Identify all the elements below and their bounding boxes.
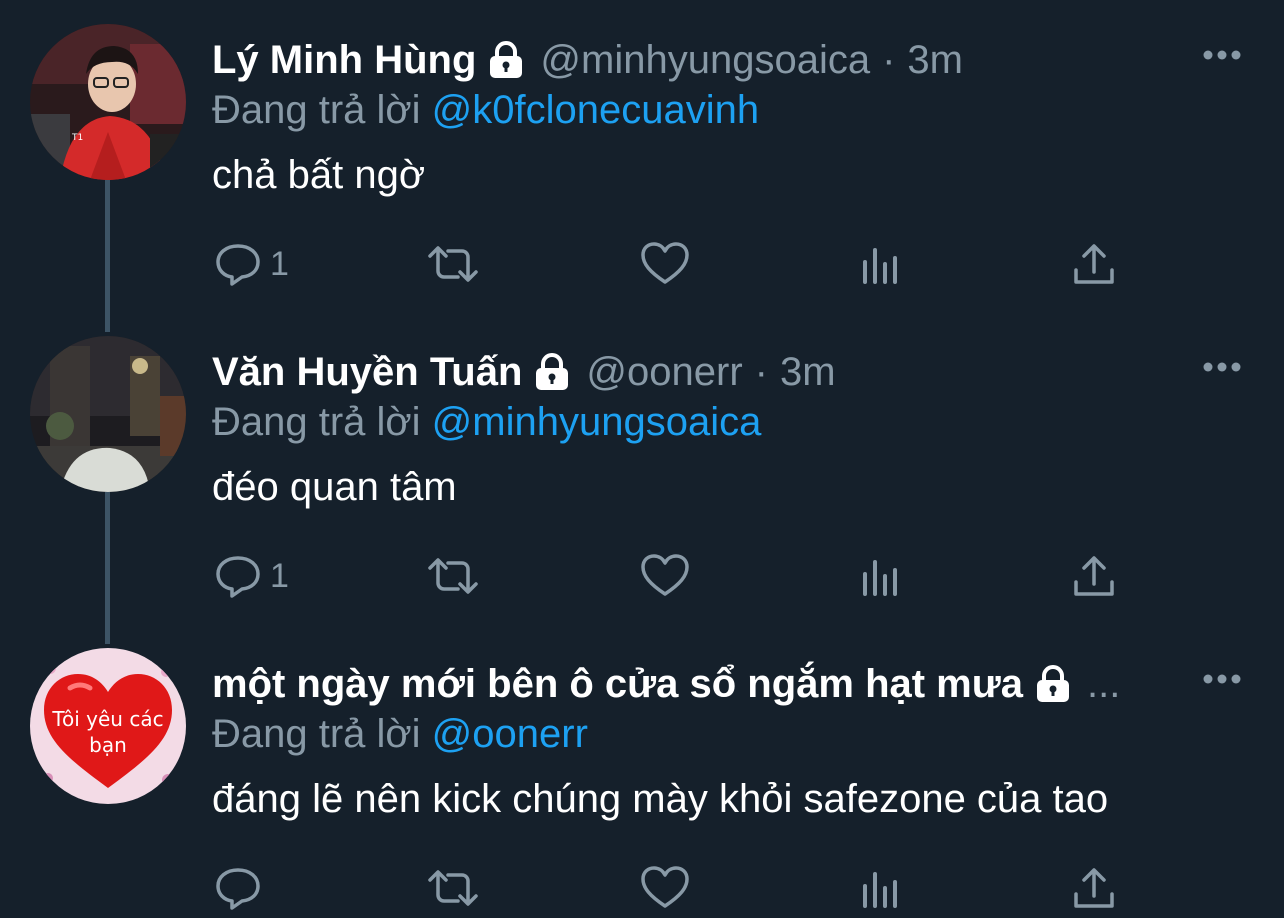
lock-icon: [486, 40, 526, 80]
reply-button[interactable]: [214, 858, 262, 918]
separator-dot: ·: [882, 38, 896, 82]
tweet[interactable]: T1 Lý Minh Hùng @minhyungsoaica · 3m Đan…: [0, 20, 1284, 320]
tweet[interactable]: Văn Huyền Tuấn @oonerr · 3m Đang trả lời…: [0, 332, 1284, 632]
reply-count: 1: [270, 244, 289, 283]
reply-button[interactable]: 1: [214, 234, 289, 294]
analytics-icon: [860, 552, 902, 600]
tweet-header: một ngày mới bên ô cửa sổ ngắm hạt mưa .…: [212, 660, 1184, 708]
display-name[interactable]: một ngày mới bên ô cửa sổ ngắm hạt mưa: [212, 660, 1023, 708]
lock-icon: [1033, 664, 1073, 704]
more-options-icon[interactable]: [1202, 360, 1242, 374]
retweet-button[interactable]: [424, 234, 482, 294]
share-icon: [1072, 240, 1116, 288]
avatar[interactable]: Tôi yêu các bạn: [30, 648, 186, 804]
reply-icon: [214, 864, 262, 912]
svg-text:T1: T1: [71, 133, 83, 143]
display-name[interactable]: Lý Minh Hùng: [212, 36, 476, 84]
reply-button[interactable]: 1: [214, 546, 289, 606]
tweet-header: Lý Minh Hùng @minhyungsoaica · 3m: [212, 36, 1174, 84]
replying-to: Đang trả lời @minhyungsoaica: [212, 398, 761, 446]
like-button[interactable]: [640, 546, 690, 606]
user-handle[interactable]: @oonerr: [586, 348, 742, 396]
retweet-icon: [424, 552, 482, 600]
analytics-button[interactable]: [860, 234, 902, 294]
heart-icon: [640, 240, 690, 288]
share-icon: [1072, 552, 1116, 600]
reply-icon: [214, 240, 262, 288]
share-button[interactable]: [1072, 546, 1116, 606]
analytics-icon: [860, 864, 902, 912]
action-bar: [0, 858, 1284, 918]
timestamp[interactable]: 3m: [780, 348, 836, 396]
heart-icon: [640, 864, 690, 912]
retweet-button[interactable]: [424, 546, 482, 606]
replying-prefix: Đang trả lời: [212, 712, 421, 756]
more-options-icon[interactable]: [1202, 48, 1242, 62]
replying-prefix: Đang trả lời: [212, 400, 421, 444]
lock-icon: [532, 352, 572, 392]
tweet-text: đáng lẽ nên kick chúng mày khỏi safezone…: [212, 777, 1109, 821]
tweet[interactable]: Tôi yêu các bạn một ngày mới bên ô cửa s…: [0, 644, 1284, 914]
analytics-button[interactable]: [860, 858, 902, 918]
reply-count: 1: [270, 556, 289, 595]
action-bar: 1: [0, 234, 1284, 294]
display-name[interactable]: Văn Huyền Tuấn: [212, 348, 522, 396]
share-icon: [1072, 864, 1116, 912]
retweet-button[interactable]: [424, 858, 482, 918]
mention-link[interactable]: @k0fclonecuavinh: [432, 88, 759, 132]
replying-prefix: Đang trả lời: [212, 88, 421, 132]
action-bar: 1: [0, 546, 1284, 606]
tweet-text: chả bất ngờ: [212, 153, 426, 197]
replying-to: Đang trả lời @oonerr: [212, 710, 588, 758]
avatar-caption: Tôi yêu các bạn: [52, 707, 164, 757]
avatar[interactable]: T1: [30, 24, 186, 180]
like-button[interactable]: [640, 234, 690, 294]
analytics-icon: [860, 240, 902, 288]
truncation-ellipsis: ...: [1086, 662, 1121, 706]
reply-icon: [214, 552, 262, 600]
analytics-button[interactable]: [860, 546, 902, 606]
replying-to: Đang trả lời @k0fclonecuavinh: [212, 86, 759, 134]
separator-dot: ·: [754, 350, 768, 394]
retweet-icon: [424, 240, 482, 288]
share-button[interactable]: [1072, 858, 1116, 918]
mention-link[interactable]: @minhyungsoaica: [432, 400, 762, 444]
like-button[interactable]: [640, 858, 690, 918]
timestamp[interactable]: 3m: [907, 36, 963, 84]
more-options-icon[interactable]: [1202, 672, 1242, 686]
heart-icon: [640, 552, 690, 600]
user-handle[interactable]: @minhyungsoaica: [540, 36, 870, 84]
mention-link[interactable]: @oonerr: [432, 712, 588, 756]
tweet-text: đéo quan tâm: [212, 465, 457, 509]
retweet-icon: [424, 864, 482, 912]
avatar[interactable]: [30, 336, 186, 492]
tweet-header: Văn Huyền Tuấn @oonerr · 3m: [212, 348, 1174, 396]
share-button[interactable]: [1072, 234, 1116, 294]
